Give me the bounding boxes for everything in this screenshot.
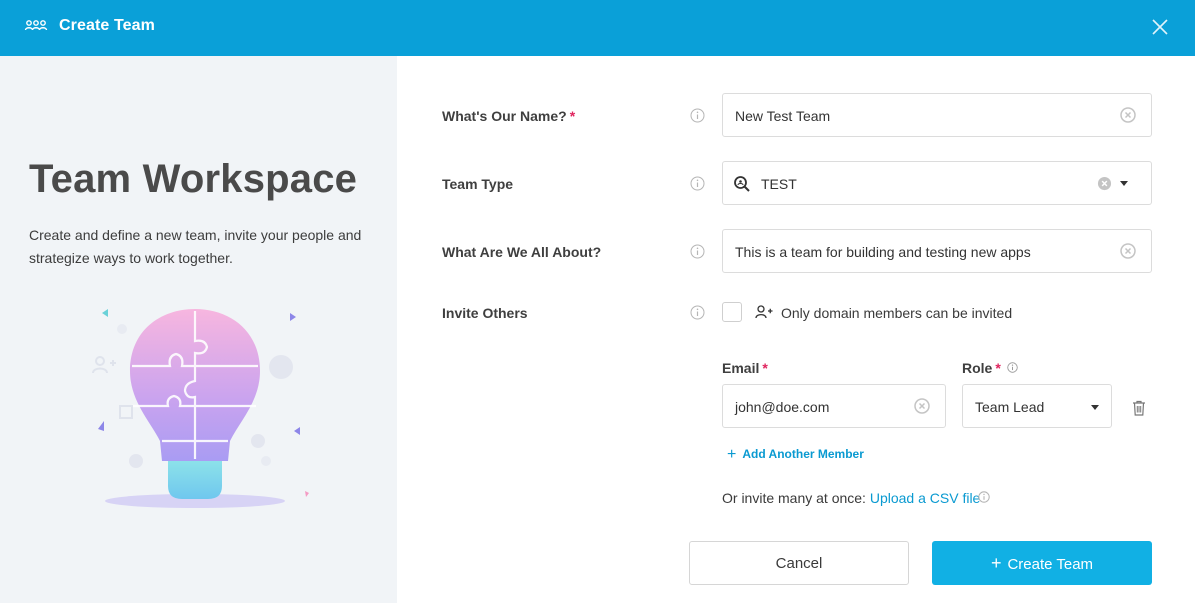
team-description-input[interactable]: This is a team for building and testing … [722, 229, 1152, 273]
email-label: Email * [722, 360, 768, 376]
add-member-link[interactable]: + Add Another Member [727, 445, 864, 463]
clear-icon[interactable] [1097, 176, 1112, 191]
csv-invite-row: Or invite many at once: Upload a CSV fil… [722, 490, 981, 506]
invite-label: Invite Others [442, 305, 528, 321]
info-icon[interactable] [978, 491, 990, 503]
info-icon[interactable] [690, 108, 705, 123]
page-title: Team Workspace [29, 157, 358, 201]
about-label: What Are We All About? [442, 244, 602, 260]
name-label: What's Our Name? * [442, 108, 576, 124]
search-team-icon [734, 176, 750, 192]
info-icon[interactable] [690, 305, 705, 320]
team-type-select[interactable]: TEST [722, 161, 1152, 205]
chevron-down-icon[interactable] [1091, 405, 1099, 410]
intro-panel: Team Workspace Create and define a new t… [0, 56, 397, 603]
domain-only-text: Only domain members can be invited [781, 305, 1013, 321]
team-type-label: Team Type [442, 176, 514, 192]
domain-only-checkbox[interactable] [722, 302, 742, 322]
team-name-input[interactable]: New Test Team [722, 93, 1152, 137]
modal-title: Create Team [59, 17, 155, 34]
team-form: What's Our Name? * New Test Team Team Typ… [397, 56, 1195, 603]
lightbulb-puzzle-illustration [92, 309, 309, 508]
info-icon[interactable] [1007, 362, 1018, 373]
modal-header: Create Team [0, 0, 1195, 56]
upload-csv-link[interactable]: Upload a CSV file [870, 490, 981, 506]
plus-icon: + [990, 553, 1002, 573]
close-icon[interactable] [1150, 17, 1170, 37]
role-label: Role * [962, 360, 1001, 376]
create-team-button[interactable]: + Create Team [932, 541, 1152, 585]
trash-icon[interactable] [1132, 400, 1146, 416]
clear-icon[interactable] [914, 398, 930, 414]
info-icon[interactable] [690, 176, 705, 191]
info-icon[interactable] [690, 244, 705, 259]
person-add-icon [755, 305, 773, 319]
role-select[interactable]: Team Lead [962, 384, 1112, 428]
clear-icon[interactable] [1120, 243, 1136, 259]
email-input[interactable]: john@doe.com [722, 384, 946, 428]
page-description: Create and define a new team, invite you… [29, 227, 362, 266]
team-icon [24, 20, 48, 31]
clear-icon[interactable] [1120, 107, 1136, 123]
cancel-button[interactable]: Cancel [689, 541, 909, 585]
plus-icon: + [727, 446, 737, 463]
chevron-down-icon[interactable] [1120, 181, 1128, 186]
